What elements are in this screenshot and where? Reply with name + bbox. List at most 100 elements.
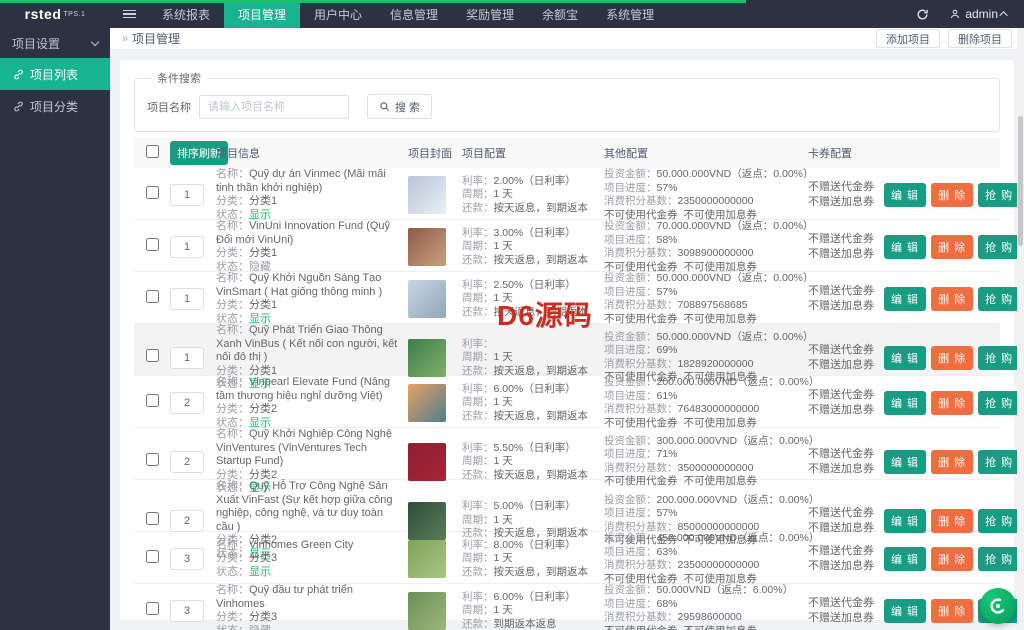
delete-button[interactable]: 删 除 [931, 235, 974, 259]
edit-button[interactable]: 编 辑 [884, 345, 927, 370]
delete-button[interactable]: 删 除 [931, 287, 974, 311]
rush-buy-button[interactable]: 抢 购 [978, 449, 1021, 474]
add-project-button[interactable]: 添加项目 [876, 29, 940, 48]
select-all-checkbox[interactable] [145, 145, 159, 158]
nav-item-info[interactable]: 信息管理 [376, 0, 452, 28]
row-checkbox[interactable] [145, 453, 159, 466]
no-gift-voucher-text: 不赠送代金券 [808, 545, 874, 557]
row-checkbox[interactable] [145, 238, 159, 252]
rush-buy-button[interactable]: 抢 购 [978, 508, 1021, 533]
delete-project-button[interactable]: 删除项目 [948, 29, 1012, 48]
sort-order-input[interactable] [170, 288, 204, 310]
rebate-note: （返点：0.00%） [731, 168, 814, 180]
edit-button[interactable]: 编 辑 [884, 235, 927, 259]
period-label: 周期： [462, 351, 494, 363]
sidebar-item-project-category[interactable]: 项目分类 [0, 90, 110, 122]
project-cover-image [408, 540, 446, 578]
sort-order-input[interactable] [170, 600, 204, 622]
sidebar-item-project-list[interactable]: 项目列表 [0, 58, 110, 90]
customer-service-button[interactable] [980, 588, 1016, 624]
table-row: 名称：Quỹ dự án Vinmec (Mãi mãi tinh thần k… [134, 168, 1021, 221]
sort-order-input[interactable] [170, 346, 204, 369]
project-period: 1 天 [493, 240, 513, 253]
sort-order-input[interactable] [170, 236, 204, 258]
sort-order-input[interactable] [170, 548, 204, 570]
edit-button[interactable]: 编 辑 [884, 391, 927, 415]
points-base: 76483000000000 [677, 403, 760, 415]
rate-note: （日利率） [523, 441, 576, 454]
points-base: 29598600000 [677, 611, 742, 623]
top-navbar: rsted TPS.1 系统报表 项目管理 用户中心 信息管理 奖励管理 余额宝… [0, 0, 1024, 28]
nav-item-yuebao[interactable]: 余额宝 [528, 0, 592, 28]
rate-note: （日利率） [523, 278, 576, 291]
vertical-scrollbar[interactable] [1017, 28, 1024, 630]
edit-button[interactable]: 编 辑 [884, 287, 927, 311]
delete-button[interactable]: 删 除 [931, 183, 974, 207]
no-gift-interest-text: 不赠送加息券 [808, 248, 874, 260]
row-checkbox[interactable] [145, 602, 159, 616]
nav-item-reports[interactable]: 系统报表 [148, 0, 224, 28]
project-progress: 61% [656, 389, 678, 402]
status-label: 状态： [216, 260, 249, 273]
category-label: 分类： [216, 299, 249, 311]
user-menu[interactable]: admin [949, 7, 1008, 21]
edit-button[interactable]: 编 辑 [884, 547, 927, 571]
nav-item-system[interactable]: 系统管理 [592, 0, 668, 28]
edit-button[interactable]: 编 辑 [884, 449, 927, 474]
points-label: 消费积分基数： [604, 520, 678, 533]
progress-label: 项目进度： [604, 545, 657, 558]
project-status: 显示 [249, 416, 271, 429]
project-name-input[interactable] [199, 94, 349, 119]
period-label: 周期： [462, 292, 494, 305]
sidebar-group-project-settings[interactable]: 项目设置 [0, 28, 110, 58]
rush-buy-button[interactable]: 抢 购 [978, 183, 1021, 207]
delete-button[interactable]: 删 除 [931, 345, 974, 370]
sort-order-input[interactable] [170, 450, 204, 473]
menu-collapse-icon[interactable] [110, 0, 148, 28]
row-checkbox[interactable] [145, 186, 159, 200]
category-label: 分类： [216, 403, 249, 415]
row-checkbox[interactable] [145, 550, 159, 564]
refresh-icon[interactable] [916, 8, 929, 21]
scrollbar-thumb[interactable] [1018, 116, 1023, 246]
sort-order-input[interactable] [170, 184, 204, 206]
rush-buy-button[interactable]: 抢 购 [978, 547, 1021, 571]
nav-item-users[interactable]: 用户中心 [300, 0, 376, 28]
delete-button[interactable]: 删 除 [931, 508, 974, 533]
amount-label: 投资金额： [604, 532, 657, 544]
sort-order-input[interactable] [170, 509, 204, 532]
delete-button[interactable]: 删 除 [931, 547, 974, 571]
sort-order-input[interactable] [170, 392, 204, 414]
loading-progress-bar [0, 0, 746, 3]
search-panel: 条件搜索 项目名称 搜 索 [134, 70, 1000, 132]
nav-item-projects[interactable]: 项目管理 [224, 0, 301, 28]
no-gift-interest-text: 不赠送加息券 [808, 560, 874, 572]
row-checkbox[interactable] [145, 290, 159, 304]
rush-buy-button[interactable]: 抢 购 [978, 391, 1021, 415]
search-button[interactable]: 搜 索 [367, 94, 433, 119]
progress-label: 项目进度： [604, 285, 657, 298]
delete-button[interactable]: 删 除 [931, 449, 974, 474]
rush-buy-button[interactable]: 抢 购 [978, 235, 1021, 259]
row-checkbox[interactable] [145, 349, 159, 362]
nav-item-rewards[interactable]: 奖励管理 [452, 0, 528, 28]
project-progress: 57% [656, 507, 678, 519]
delete-button[interactable]: 删 除 [931, 391, 974, 415]
points-base: 1828920000000 [677, 357, 754, 370]
rush-buy-button[interactable]: 抢 购 [978, 287, 1021, 311]
chat-swirl-icon [990, 598, 1006, 614]
period-label: 周期： [462, 188, 494, 201]
delete-button[interactable]: 删 除 [931, 599, 974, 623]
project-cover-image [408, 176, 446, 214]
column-header-card: 卡券配置 [808, 148, 852, 160]
row-checkbox[interactable] [145, 394, 159, 408]
edit-button[interactable]: 编 辑 [884, 599, 927, 623]
edit-button[interactable]: 编 辑 [884, 508, 927, 533]
row-checkbox[interactable] [145, 511, 159, 525]
edit-button[interactable]: 编 辑 [884, 183, 927, 207]
no-gift-interest-text: 不赠送加息券 [808, 300, 874, 312]
amount-label: 投资金额： [604, 434, 657, 447]
repay-mode: 按天返息，到期返本 [493, 364, 589, 377]
rush-buy-button[interactable]: 抢 购 [978, 345, 1021, 370]
search-icon [380, 102, 390, 112]
